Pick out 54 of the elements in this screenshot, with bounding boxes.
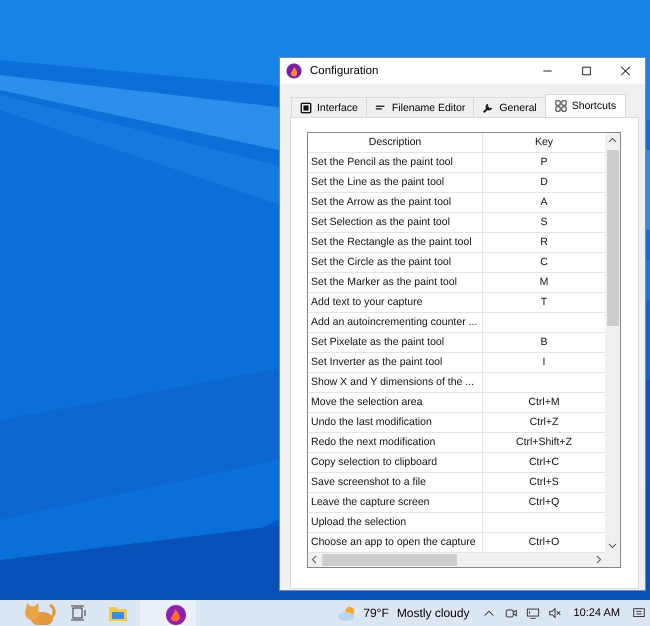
table-cell-text: Ctrl+Z [528, 415, 560, 430]
table-cell: Set the Circle as the paint tool [308, 253, 483, 272]
table-cell: Set the Marker as the paint tool [308, 273, 483, 292]
table-cell-text: I [542, 355, 546, 370]
table-cell-text: T [540, 295, 548, 310]
table-cell: Add text to your capture [308, 293, 483, 312]
table-cell: Show X and Y dimensions of the ... [308, 373, 483, 392]
table-cell: Copy selection to clipboard [308, 453, 483, 472]
tab[interactable]: Shortcuts [544, 94, 626, 117]
table-cell-text: Ctrl+M [527, 395, 561, 410]
table-cell-text: R [539, 235, 549, 250]
table-cell: Set the Pencil as the paint tool [308, 153, 483, 172]
table-cell-text: P [539, 155, 548, 170]
table-cell-text: Ctrl+O [528, 535, 560, 550]
table-cell: Set Inverter as the paint tool [308, 353, 483, 372]
table-cell: Move the selection area [308, 393, 483, 412]
horizontal-scrollbar[interactable] [308, 553, 620, 567]
vertical-scrollbar[interactable] [605, 133, 620, 553]
table-cell: Save screenshot to a file [308, 473, 483, 492]
table-cell: Add an autoincrementing counter ... [308, 313, 483, 332]
network-icon[interactable] [526, 606, 540, 620]
wrench-icon [482, 102, 494, 114]
table-cell: Choose an app to open the capture [308, 533, 483, 552]
table-cell: Leave the capture screen [308, 493, 483, 512]
table-cell: Set the Line as the paint tool [308, 173, 483, 192]
table-cell: Set the Rectangle as the paint tool [308, 233, 483, 252]
weather-condition: Mostly cloudy [396, 606, 470, 620]
temperature: 79°F [363, 606, 389, 620]
table-cell-text: Ctrl+Q [528, 495, 560, 510]
table-cell-text: A [539, 195, 548, 210]
table-cell-text: M [538, 275, 550, 290]
panel-icon [300, 102, 312, 114]
table-cell-text: Ctrl+Shift+Z [514, 435, 574, 450]
table-cell-text: S [539, 215, 548, 230]
table-cell: Set Pixelate as the paint tool [308, 333, 483, 352]
table-cell: Set Selection as the paint tool [308, 213, 483, 232]
table-cell: Undo the last modification [308, 413, 483, 432]
table-cell-text: Ctrl+S [528, 475, 560, 490]
table-cell: Upload the selection [308, 513, 483, 532]
notifications-icon[interactable] [632, 606, 646, 620]
table-cell: Set the Arrow as the paint tool [308, 193, 483, 212]
mute-icon[interactable] [548, 606, 562, 620]
column-header[interactable]: Description [308, 133, 483, 152]
window-title: Configuration [310, 65, 380, 77]
table-cell: Redo the next modification [308, 433, 483, 452]
clock[interactable]: 10:24 AM [574, 607, 620, 619]
tab[interactable]: Interface [291, 97, 367, 117]
column-header[interactable]: Key [483, 133, 605, 152]
table-cell-text: B [539, 335, 548, 350]
grid-icon [554, 100, 567, 112]
table-cell-text: D [539, 175, 549, 190]
table-cell-text: Ctrl+C [528, 455, 560, 470]
table-cell-text: C [539, 255, 549, 270]
app-icon [286, 63, 302, 79]
